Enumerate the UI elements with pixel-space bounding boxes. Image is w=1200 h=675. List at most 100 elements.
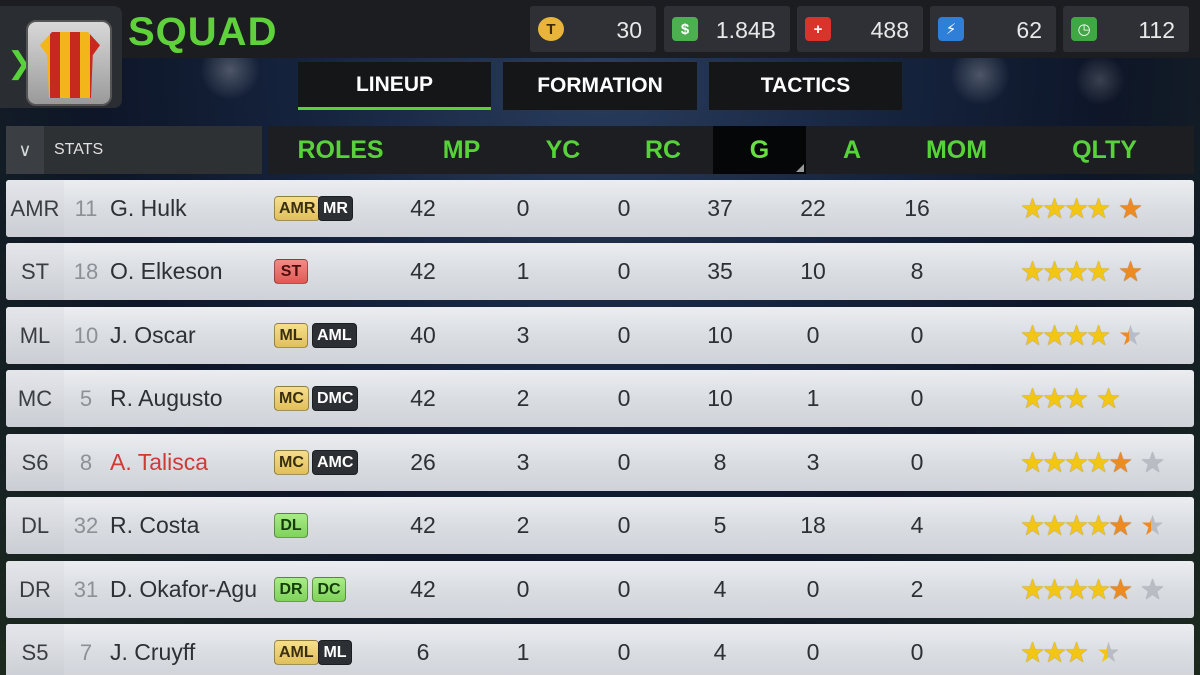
role-badge: DL [274,513,308,538]
quality-rating: ★ ★ ★ ★ [1020,383,1121,414]
back-button[interactable]: ❯ [0,6,122,108]
resource-energy[interactable]: ⚡ 62 [930,6,1056,52]
stat-yc: 0 [516,576,530,602]
stat-mom: 2 [910,576,924,602]
star-icon: ★ [1020,383,1046,414]
star-icon: ★ [1108,447,1134,478]
tab-tactics[interactable]: TACTICS [709,62,902,110]
player-position: MC [6,370,64,427]
stat-yc: 3 [516,322,530,348]
column-header-mp[interactable]: MP [413,126,510,174]
role-badge: DR [274,577,308,602]
resource-value: 30 [616,17,642,43]
star-icon: ★ [1020,510,1046,541]
player-name[interactable]: R. Augusto [110,370,223,427]
player-position: AMR [6,180,64,237]
player-row[interactable]: S5 7 J. Cruyff AML ML 6 1 0 4 0 0 ★ ★ ★ ★ [6,624,1194,675]
resource-token[interactable]: T 30 [530,6,656,52]
star-icon: ★ [1064,510,1090,541]
player-name[interactable]: O. Elkeson [110,243,223,300]
resource-value: 62 [1016,17,1042,43]
player-name[interactable]: R. Costa [110,497,199,554]
player-row[interactable]: ML 10 J. Oscar ML AML 40 3 0 10 0 0 ★ ★ ★ ★ ★ [6,307,1194,364]
quality-rating: ★ ★ ★ ★ ★ ★ [1020,574,1165,605]
player-name[interactable]: D. Okafor-Agu [110,561,257,618]
star-icon: ★ [1020,193,1046,224]
player-row[interactable]: AMR 11 G. Hulk AMR MR 42 0 0 37 22 16 ★ ★ ★ ★ ★ [6,180,1194,237]
role-badge: DC [312,577,346,602]
tab-lineup[interactable]: LINEUP [298,62,491,110]
stat-g: 4 [713,639,727,665]
star-icon: ★ [1064,320,1090,351]
role-badge: MC [274,450,309,475]
resource-medical[interactable]: +488 [797,6,923,52]
column-header-a[interactable]: A [806,126,898,174]
player-row[interactable]: DR 31 D. Okafor-Agu DR DC 42 0 0 4 0 2 ★ ★ ★ ★ ★ ★ [6,561,1194,618]
stat-mp: 42 [410,385,436,411]
stat-rc: 0 [617,258,631,284]
stats-toggle[interactable]: ∨ STATS [6,126,262,174]
star-icon: ★ [1042,447,1068,478]
quality-rating: ★ ★ ★ ★ ★ ★ [1020,447,1165,478]
stat-mp: 42 [410,258,436,284]
stat-mom: 0 [910,385,924,411]
resource-cash[interactable]: $1.84B [664,6,790,52]
role-badge: MR [318,196,353,221]
stat-rc: 0 [617,576,631,602]
player-row[interactable]: S6 8 A. Talisca MC AMC 26 3 0 8 3 0 ★ ★ ★ ★ ★ ★ [6,434,1194,491]
stat-g: 10 [707,385,733,411]
stat-mp: 40 [410,322,436,348]
stat-mom: 0 [910,449,924,475]
stat-a: 22 [800,195,826,221]
stat-a: 10 [800,258,826,284]
tab-formation[interactable]: FORMATION [503,62,697,110]
star-icon: ★ [1140,510,1166,541]
star-icon: ★ [1064,193,1090,224]
resource-training[interactable]: ◷ 112 [1063,6,1189,52]
column-header-roles[interactable]: ROLES [268,126,413,174]
column-header-qlty[interactable]: QLTY [1015,126,1194,174]
column-header-g[interactable]: G [713,126,806,174]
quality-rating: ★ ★ ★ ★ ★ ★ [1020,510,1166,541]
stat-a: 18 [800,512,826,538]
player-name[interactable]: J. Oscar [110,307,196,364]
stat-a: 0 [806,322,820,348]
player-number: 11 [74,195,98,221]
stat-mom: 0 [910,322,924,348]
column-header-rc[interactable]: RC [613,126,713,174]
star-icon: ★ [1064,256,1090,287]
stat-g: 35 [707,258,733,284]
role-badge: AML [312,323,357,348]
star-icon: ★ [1118,320,1144,351]
player-row[interactable]: MC 5 R. Augusto MC DMC 42 2 0 10 1 0 ★ ★ ★ ★ [6,370,1194,427]
player-row[interactable]: ST 18 O. Elkeson ST 42 1 0 35 10 8 ★ ★ ★ ★ ★ [6,243,1194,300]
training-icon: ◷ [1071,17,1097,41]
player-position: S6 [6,434,64,491]
star-icon: ★ [1086,447,1112,478]
cash-icon: $ [672,17,698,41]
role-badge: ML [274,323,308,348]
stat-mom: 4 [910,512,924,538]
column-header-mom[interactable]: MOM [898,126,1015,174]
column-header-yc[interactable]: YC [513,126,613,174]
role-badge: DMC [312,386,359,411]
star-spacer [1130,511,1140,541]
stat-mp: 42 [410,512,436,538]
role-badge: AML [274,640,319,665]
stat-a: 1 [806,385,820,411]
star-icon: ★ [1086,510,1112,541]
chevron-down-icon: ∨ [6,126,44,174]
stat-rc: 0 [617,195,631,221]
player-row[interactable]: DL 32 R. Costa DL 42 2 0 5 18 4 ★ ★ ★ ★ ★ ★ [6,497,1194,554]
stat-yc: 3 [516,449,530,475]
player-name[interactable]: A. Talisca [110,434,208,491]
star-icon: ★ [1086,574,1112,605]
stat-yc: 2 [516,385,530,411]
medical-icon: + [805,17,831,41]
stat-a: 3 [806,449,820,475]
star-icon: ★ [1042,256,1068,287]
star-icon: ★ [1042,383,1068,414]
star-spacer [1086,384,1096,414]
player-name[interactable]: J. Cruyff [110,624,195,675]
player-name[interactable]: G. Hulk [110,180,187,237]
